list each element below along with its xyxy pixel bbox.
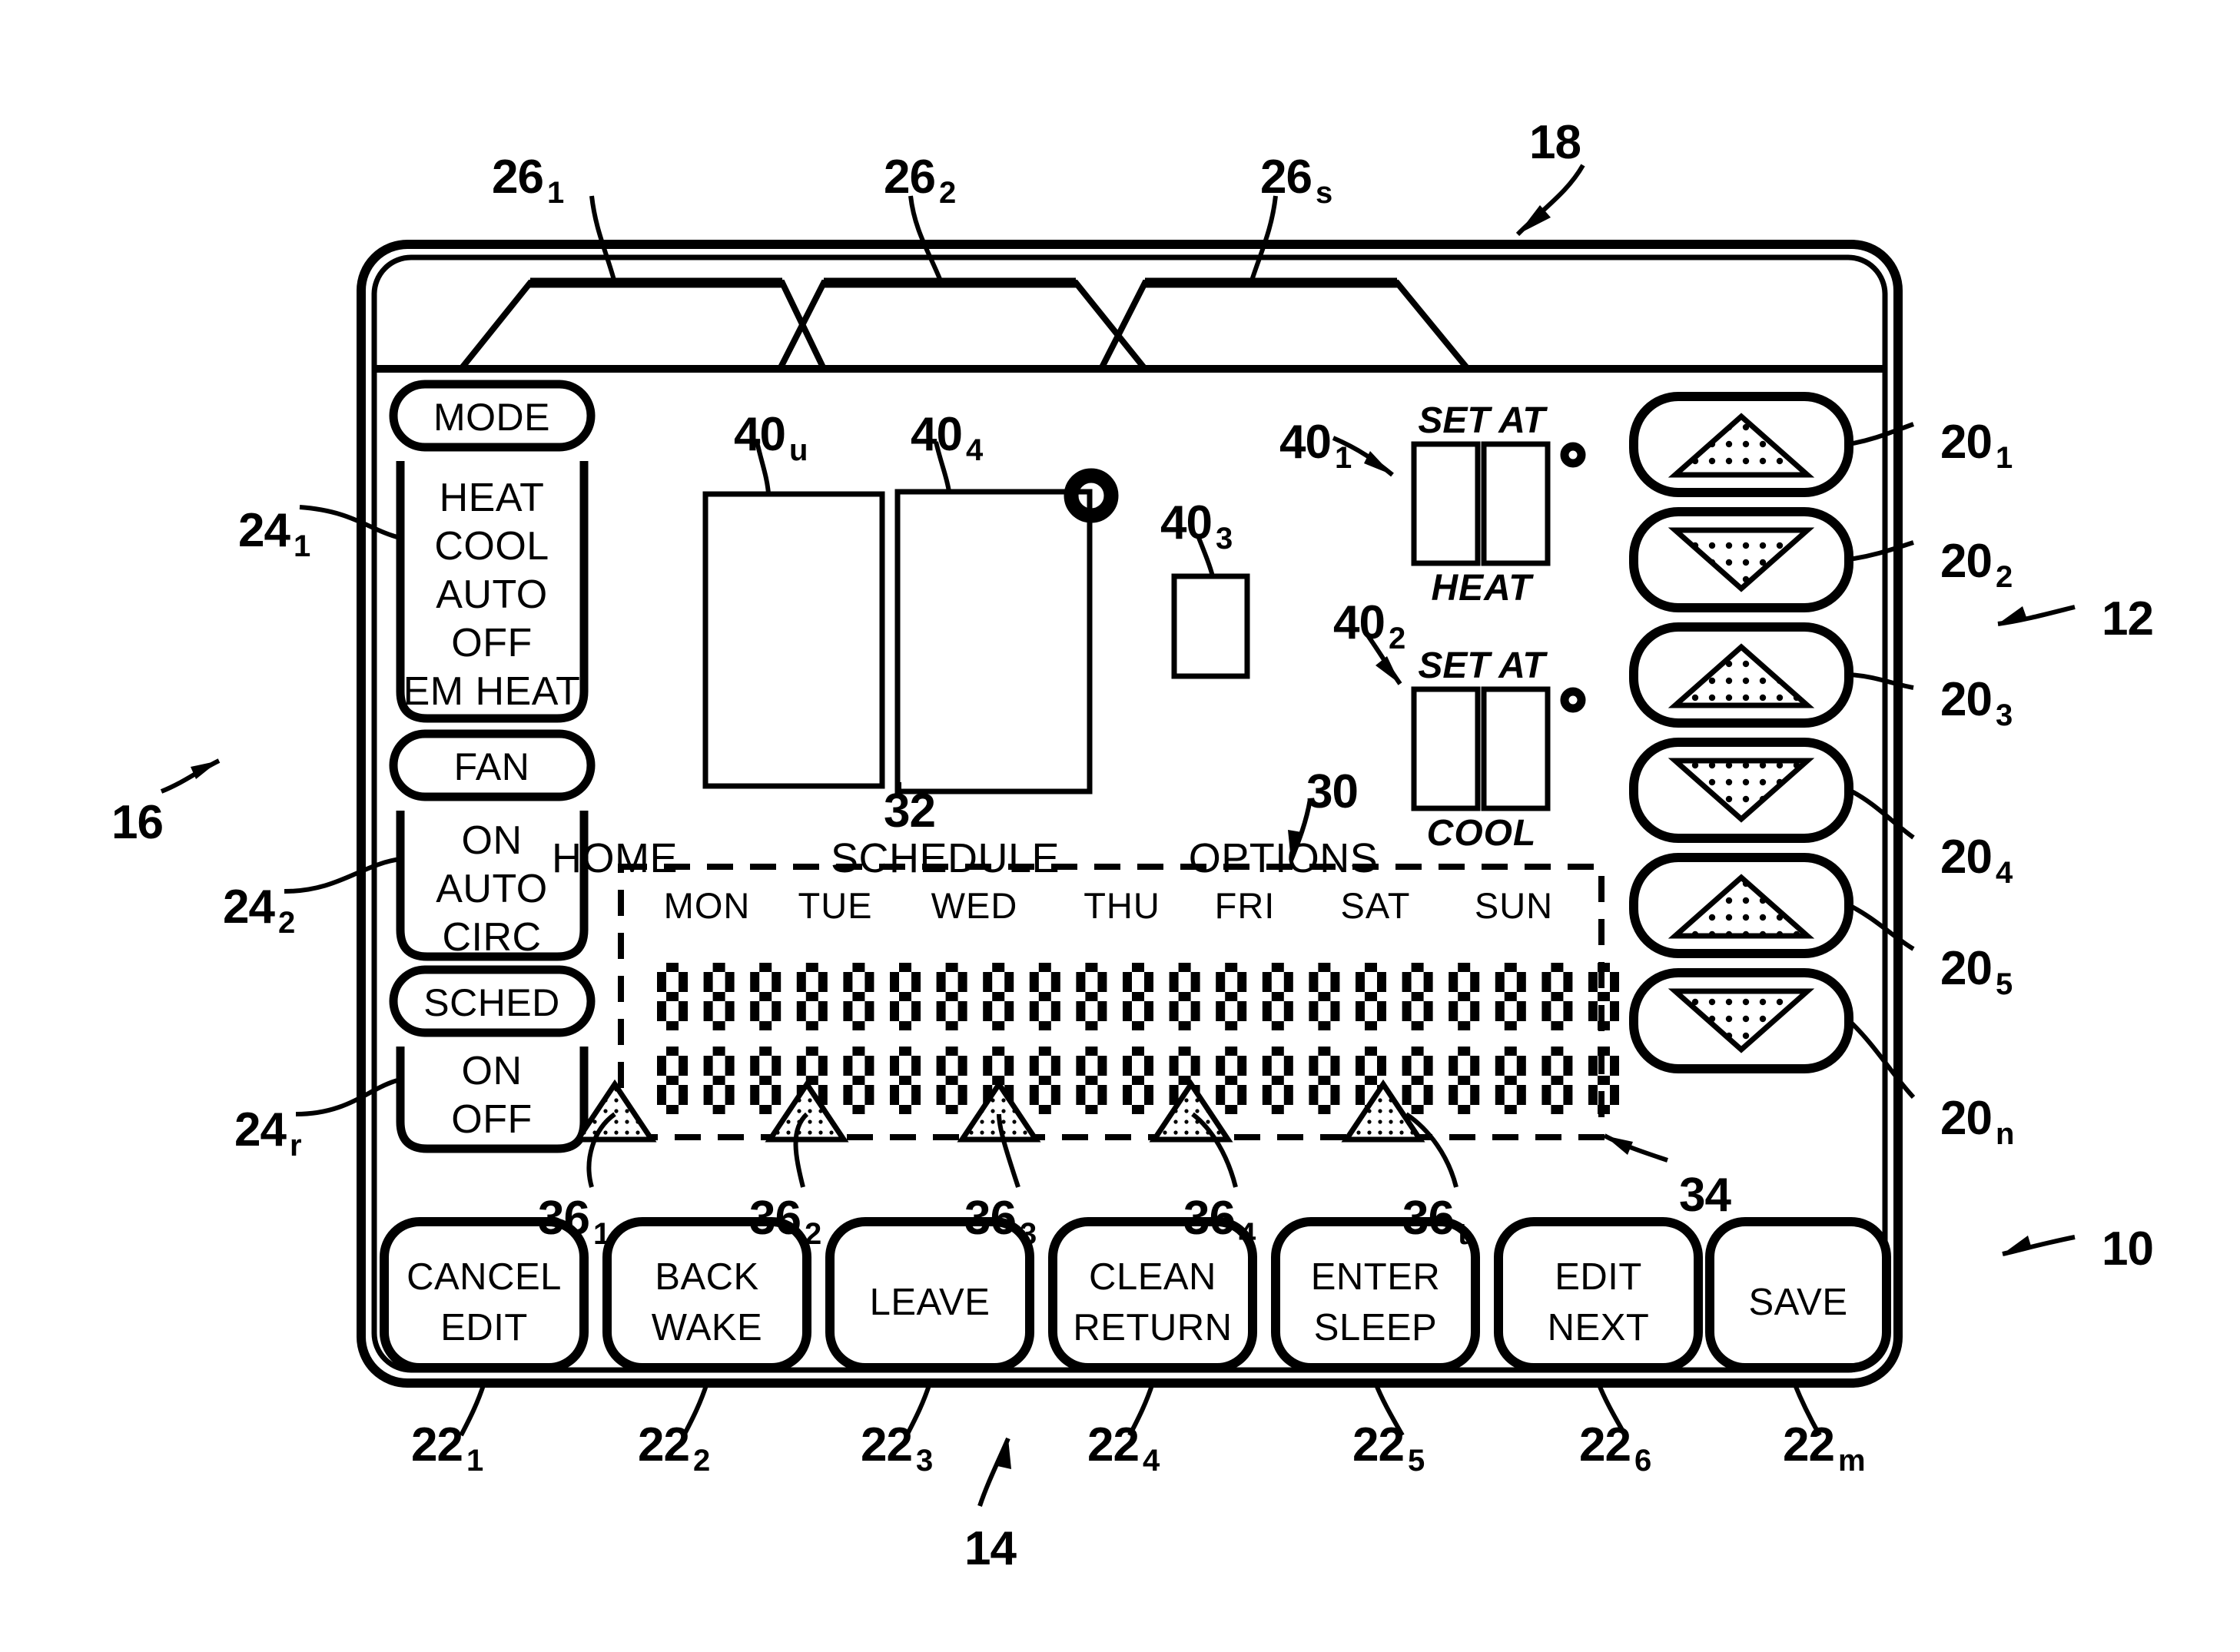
fan-option-circ[interactable]: CIRC bbox=[442, 917, 541, 957]
ref-numeral-22_5: 22 5 bbox=[1352, 1418, 1425, 1478]
day-label-fri: FRI bbox=[1214, 885, 1276, 926]
sched-option-off[interactable]: OFF bbox=[451, 1100, 532, 1139]
triangle-pointer-icon bbox=[765, 1079, 849, 1143]
ref-numeral-24_r: 24 r bbox=[234, 1103, 302, 1163]
tab-options[interactable]: OPTIONS bbox=[1189, 838, 1379, 879]
ref-numeral-36_1: 36 1 bbox=[538, 1192, 610, 1251]
figure-linework bbox=[160, 164, 2076, 1507]
mode-option-heat[interactable]: HEAT bbox=[440, 478, 545, 518]
day-label-tue: TUE bbox=[798, 885, 873, 926]
day-label-sun: SUN bbox=[1474, 885, 1554, 926]
ref-numeral-32: 32 bbox=[884, 785, 936, 838]
ref-numeral-10: 10 bbox=[2102, 1222, 2154, 1275]
ref-numeral-22_3: 22 3 bbox=[861, 1418, 933, 1478]
setat-heat-header: SET AT bbox=[1418, 400, 1545, 441]
mode-option-off[interactable]: OFF bbox=[451, 623, 532, 663]
ref-numeral-40_4: 40 4 bbox=[911, 408, 983, 467]
ref-numeral-26_s: 26 s bbox=[1260, 151, 1332, 210]
tab-shape-schedule bbox=[777, 280, 1148, 371]
degree-circle-icon bbox=[1560, 442, 1586, 468]
sidebar-button-mode[interactable]: MODE bbox=[433, 398, 550, 436]
fan-option-on[interactable]: ON bbox=[462, 821, 523, 861]
mode-option-em-heat[interactable]: EM HEAT bbox=[403, 672, 581, 712]
ref-numeral-20_2: 20 2 bbox=[1940, 535, 2013, 594]
ref-numeral-20_3: 20 3 bbox=[1940, 673, 2013, 732]
display-rect-right bbox=[894, 489, 1093, 794]
mode-option-cool[interactable]: COOL bbox=[434, 526, 549, 566]
button-clean-return-line1[interactable]: CLEAN bbox=[1089, 1259, 1216, 1296]
ref-numeral-20_1: 20 1 bbox=[1940, 416, 2013, 475]
display-rect-small bbox=[1171, 573, 1250, 679]
ref-numeral-22_m: 22 m bbox=[1783, 1418, 1866, 1478]
seven-segment-row bbox=[657, 963, 1619, 1030]
ref-numeral-16: 16 bbox=[111, 796, 164, 849]
button-edit-next-line1[interactable]: EDIT bbox=[1555, 1259, 1642, 1296]
tab-shape-home bbox=[458, 280, 827, 371]
ref-numeral-36_2: 36 2 bbox=[749, 1192, 821, 1251]
ref-numeral-40_3: 40 3 bbox=[1160, 496, 1233, 556]
mode-option-auto[interactable]: AUTO bbox=[436, 575, 548, 615]
button-back-wake-line2[interactable]: WAKE bbox=[652, 1309, 762, 1347]
ref-numeral-14: 14 bbox=[964, 1522, 1017, 1575]
button-cancel-edit-line1[interactable]: CANCEL bbox=[407, 1259, 562, 1296]
button-leave[interactable]: LEAVE bbox=[870, 1284, 991, 1322]
ref-numeral-22_4: 22 4 bbox=[1087, 1418, 1160, 1478]
sched-option-on[interactable]: ON bbox=[462, 1051, 523, 1091]
button-edit-next-line2[interactable]: NEXT bbox=[1548, 1309, 1650, 1347]
ref-numeral-22_6: 22 6 bbox=[1579, 1418, 1651, 1478]
degree-circle-icon bbox=[1560, 687, 1586, 713]
ref-numeral-40_1: 40 1 bbox=[1279, 416, 1352, 475]
setat-cool-digit-1 bbox=[1411, 686, 1481, 811]
ref-numeral-20_5: 20 5 bbox=[1940, 942, 2013, 1001]
setpoint-displays bbox=[1411, 441, 1551, 811]
setat-cool-digit-2 bbox=[1481, 686, 1551, 811]
ref-numeral-36_t: 36 t bbox=[1402, 1192, 1468, 1251]
setat-heat-footer: HEAT bbox=[1431, 568, 1532, 609]
day-label-wed: WED bbox=[931, 885, 1018, 926]
sidebar-button-sched[interactable]: SCHED bbox=[423, 984, 560, 1022]
button-enter-sleep-line1[interactable]: ENTER bbox=[1311, 1259, 1441, 1296]
ref-numeral-24_2: 24 2 bbox=[223, 881, 295, 940]
ref-numeral-12: 12 bbox=[2102, 592, 2154, 645]
ref-numeral-24_1: 24 1 bbox=[238, 504, 310, 563]
ref-numeral-36_3: 36 3 bbox=[964, 1192, 1037, 1251]
ref-numeral-40_2: 40 2 bbox=[1333, 596, 1405, 655]
setat-cool-footer: COOL bbox=[1426, 813, 1537, 854]
ref-numeral-20_n: 20 n bbox=[1940, 1092, 2014, 1151]
tab-schedule[interactable]: SCHEDULE bbox=[831, 838, 1060, 879]
setat-heat-digit-1 bbox=[1411, 441, 1481, 566]
button-cancel-edit-line2[interactable]: EDIT bbox=[440, 1309, 528, 1347]
ref-numeral-18: 18 bbox=[1529, 116, 1581, 169]
ref-numeral-30: 30 bbox=[1306, 765, 1359, 818]
ref-numeral-22_1: 22 1 bbox=[411, 1418, 483, 1478]
setat-heat-digit-2 bbox=[1481, 441, 1551, 566]
triangle-pointer-icon bbox=[572, 1079, 657, 1143]
ref-numeral-26_1: 26 1 bbox=[492, 151, 564, 210]
ref-numeral-34: 34 bbox=[1679, 1169, 1731, 1222]
day-label-sat: SAT bbox=[1340, 885, 1411, 926]
button-save[interactable]: SAVE bbox=[1748, 1284, 1847, 1322]
fan-option-auto[interactable]: AUTO bbox=[436, 869, 548, 909]
button-back-wake-line1[interactable]: BACK bbox=[655, 1259, 758, 1296]
ref-numeral-26_2: 26 2 bbox=[884, 151, 956, 210]
day-label-thu: THU bbox=[1083, 885, 1160, 926]
ref-numeral-36_4: 36 4 bbox=[1183, 1192, 1256, 1251]
arrow-button-column bbox=[1629, 392, 1853, 1073]
button-enter-sleep-line2[interactable]: SLEEP bbox=[1314, 1309, 1437, 1347]
setat-cool-header: SET AT bbox=[1418, 645, 1545, 686]
sidebar-button-fan[interactable]: FAN bbox=[454, 748, 530, 786]
ref-numeral-40_u: 40 u bbox=[734, 408, 808, 467]
tab-shape-options bbox=[1098, 280, 1471, 371]
display-rect-left bbox=[702, 491, 885, 789]
day-label-mon: MON bbox=[663, 885, 751, 926]
button-clean-return-line2[interactable]: RETURN bbox=[1073, 1309, 1232, 1347]
ref-numeral-22_2: 22 2 bbox=[638, 1418, 710, 1478]
patent-figure: HOME SCHEDULE OPTIONS MODE HEAT COOL AUT… bbox=[0, 0, 2240, 1652]
tab-home[interactable]: HOME bbox=[552, 838, 678, 879]
ref-numeral-20_4: 20 4 bbox=[1940, 831, 2013, 890]
tab-strip bbox=[458, 277, 1471, 371]
